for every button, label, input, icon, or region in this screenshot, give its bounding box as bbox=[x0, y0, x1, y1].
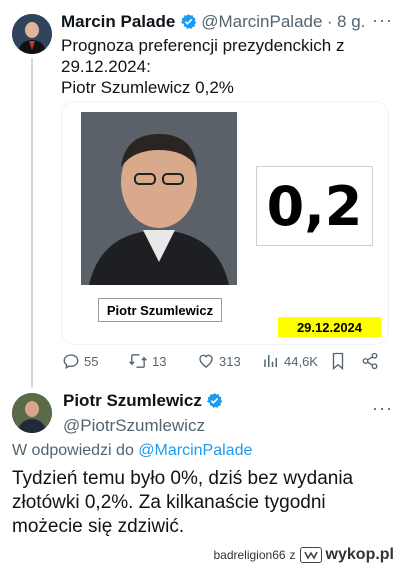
separator-dot: · bbox=[326, 12, 333, 31]
wykop-footer: badreligion66 z wykop.pl bbox=[213, 546, 394, 564]
tweet-text: Prognoza preferencji prezydenckich z 29.… bbox=[61, 35, 391, 98]
tweet-text-line: Prognoza preferencji prezydenckich z bbox=[61, 36, 345, 55]
verified-badge-icon bbox=[180, 13, 197, 35]
reply-author-name[interactable]: Piotr Szumlewicz bbox=[63, 391, 202, 410]
views-action[interactable]: 44,6K bbox=[262, 352, 318, 370]
thread-line bbox=[31, 58, 33, 388]
tweet-text-line: 29.12.2024: bbox=[61, 57, 151, 76]
person-label: Piotr Szumlewicz bbox=[98, 298, 222, 322]
retweet-count: 13 bbox=[152, 353, 167, 369]
reply-text-line: możecie się zdziwić. bbox=[12, 516, 185, 537]
verified-badge-icon bbox=[206, 392, 223, 414]
share-icon[interactable] bbox=[361, 352, 379, 375]
retweet-action[interactable]: 13 bbox=[128, 352, 166, 370]
poll-value: 0,2 bbox=[256, 166, 373, 246]
footer-username: badreligion66 bbox=[213, 548, 286, 562]
author-handle[interactable]: @MarcinPalade bbox=[201, 12, 322, 31]
tweet-time[interactable]: 8 g. bbox=[337, 12, 365, 31]
reply-author-handle[interactable]: @PiotrSzumlewicz bbox=[63, 416, 383, 436]
reply-text-line: Tydzień temu było 0%, dziś bez wydania bbox=[12, 468, 354, 489]
reply-header: Piotr Szumlewicz @PiotrSzumlewicz bbox=[63, 391, 383, 436]
reply-action[interactable]: 55 bbox=[62, 352, 98, 370]
heart-icon bbox=[199, 354, 213, 368]
replying-to-prefix: W odpowiedzi do bbox=[12, 442, 134, 459]
author-avatar[interactable] bbox=[12, 14, 52, 54]
reply-text-line: złotówki 0,2%. Za kilkanaście tygodni bbox=[12, 492, 326, 513]
more-options-icon[interactable]: ··· bbox=[372, 10, 393, 31]
views-count: 44,6K bbox=[284, 353, 318, 369]
tweet-media[interactable]: 0,2 Piotr Szumlewicz 29.12.2024 bbox=[61, 101, 389, 345]
wykop-logo-icon bbox=[299, 547, 322, 563]
person-photo bbox=[81, 112, 237, 285]
reply-text: Tydzień temu było 0%, dziś bez wydania z… bbox=[12, 467, 392, 539]
author-name[interactable]: Marcin Palade bbox=[61, 12, 175, 31]
like-count: 313 bbox=[219, 353, 241, 369]
replying-to: W odpowiedzi do @MarcinPalade bbox=[12, 442, 252, 460]
footer-conjunction: z bbox=[289, 548, 296, 562]
footer-site[interactable]: wykop.pl bbox=[326, 546, 394, 564]
bookmark-icon[interactable] bbox=[330, 352, 346, 375]
tweet-text-line: Piotr Szumlewicz 0,2% bbox=[61, 78, 234, 97]
retweet-icon bbox=[129, 354, 147, 368]
more-options-icon[interactable]: ··· bbox=[372, 398, 393, 419]
tweet-header: Marcin Palade @MarcinPalade · 8 g. bbox=[61, 12, 391, 34]
reply-author-avatar[interactable] bbox=[12, 393, 52, 433]
reply-icon bbox=[63, 354, 79, 370]
date-label: 29.12.2024 bbox=[278, 317, 381, 337]
reply-count: 55 bbox=[84, 353, 99, 369]
like-action[interactable]: 313 bbox=[197, 352, 241, 370]
views-chart-icon bbox=[264, 355, 277, 367]
replying-to-link[interactable]: @MarcinPalade bbox=[138, 442, 252, 459]
